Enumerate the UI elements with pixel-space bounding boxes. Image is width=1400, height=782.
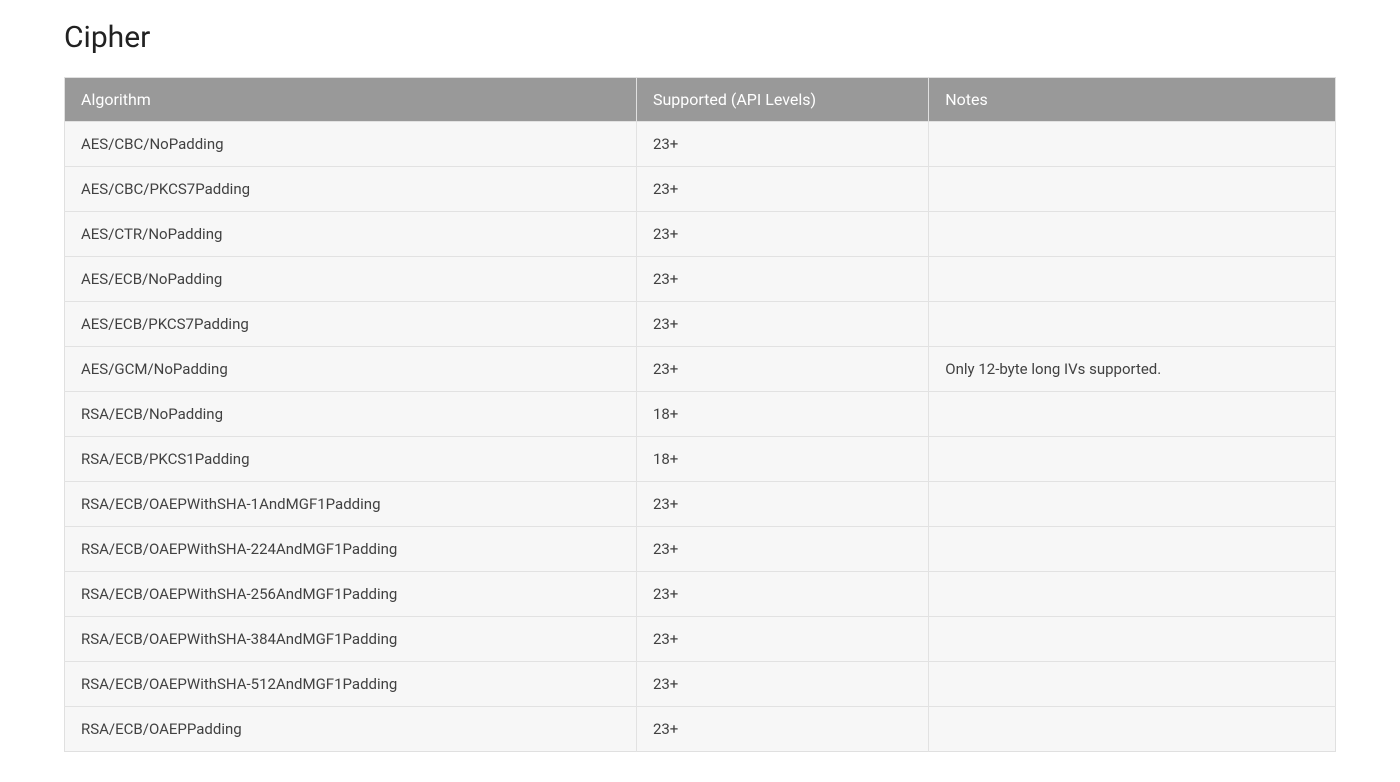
cell-supported: 23+ <box>636 707 928 752</box>
cell-notes <box>929 527 1336 572</box>
cell-supported: 23+ <box>636 167 928 212</box>
cell-notes <box>929 572 1336 617</box>
table-row: AES/ECB/NoPadding23+ <box>65 257 1336 302</box>
cell-algorithm: RSA/ECB/NoPadding <box>65 392 637 437</box>
cell-algorithm: AES/ECB/PKCS7Padding <box>65 302 637 347</box>
cell-supported: 23+ <box>636 617 928 662</box>
cell-notes <box>929 302 1336 347</box>
table-row: AES/ECB/PKCS7Padding23+ <box>65 302 1336 347</box>
cell-algorithm: RSA/ECB/PKCS1Padding <box>65 437 637 482</box>
cell-notes <box>929 257 1336 302</box>
cell-algorithm: AES/CTR/NoPadding <box>65 212 637 257</box>
column-header-notes: Notes <box>929 78 1336 122</box>
cell-algorithm: RSA/ECB/OAEPPadding <box>65 707 637 752</box>
cell-notes <box>929 662 1336 707</box>
table-row: RSA/ECB/OAEPWithSHA-256AndMGF1Padding23+ <box>65 572 1336 617</box>
cell-supported: 18+ <box>636 392 928 437</box>
cell-algorithm: RSA/ECB/OAEPWithSHA-256AndMGF1Padding <box>65 572 637 617</box>
cell-notes <box>929 167 1336 212</box>
cell-algorithm: AES/CBC/NoPadding <box>65 122 637 167</box>
cell-algorithm: RSA/ECB/OAEPWithSHA-224AndMGF1Padding <box>65 527 637 572</box>
cell-supported: 23+ <box>636 527 928 572</box>
cell-notes: Only 12-byte long IVs supported. <box>929 347 1336 392</box>
cell-notes <box>929 437 1336 482</box>
cipher-table: Algorithm Supported (API Levels) Notes A… <box>64 77 1336 752</box>
table-row: RSA/ECB/OAEPPadding23+ <box>65 707 1336 752</box>
cell-notes <box>929 392 1336 437</box>
cell-algorithm: AES/ECB/NoPadding <box>65 257 637 302</box>
cell-supported: 23+ <box>636 122 928 167</box>
table-row: RSA/ECB/PKCS1Padding18+ <box>65 437 1336 482</box>
cell-algorithm: AES/GCM/NoPadding <box>65 347 637 392</box>
cell-algorithm: RSA/ECB/OAEPWithSHA-1AndMGF1Padding <box>65 482 637 527</box>
table-row: AES/CBC/PKCS7Padding23+ <box>65 167 1336 212</box>
cell-notes <box>929 122 1336 167</box>
section-title: Cipher <box>64 20 1336 55</box>
table-row: RSA/ECB/OAEPWithSHA-224AndMGF1Padding23+ <box>65 527 1336 572</box>
cell-supported: 23+ <box>636 482 928 527</box>
cell-supported: 18+ <box>636 437 928 482</box>
column-header-algorithm: Algorithm <box>65 78 637 122</box>
cell-notes <box>929 707 1336 752</box>
table-row: RSA/ECB/OAEPWithSHA-384AndMGF1Padding23+ <box>65 617 1336 662</box>
table-row: RSA/ECB/OAEPWithSHA-1AndMGF1Padding23+ <box>65 482 1336 527</box>
cell-supported: 23+ <box>636 212 928 257</box>
table-row: AES/CTR/NoPadding23+ <box>65 212 1336 257</box>
column-header-supported: Supported (API Levels) <box>636 78 928 122</box>
cell-supported: 23+ <box>636 302 928 347</box>
cell-algorithm: RSA/ECB/OAEPWithSHA-384AndMGF1Padding <box>65 617 637 662</box>
cell-notes <box>929 617 1336 662</box>
cell-supported: 23+ <box>636 662 928 707</box>
cell-supported: 23+ <box>636 347 928 392</box>
cell-notes <box>929 482 1336 527</box>
table-row: AES/CBC/NoPadding23+ <box>65 122 1336 167</box>
table-row: AES/GCM/NoPadding23+Only 12-byte long IV… <box>65 347 1336 392</box>
table-row: RSA/ECB/NoPadding18+ <box>65 392 1336 437</box>
table-row: RSA/ECB/OAEPWithSHA-512AndMGF1Padding23+ <box>65 662 1336 707</box>
cell-supported: 23+ <box>636 572 928 617</box>
cell-algorithm: RSA/ECB/OAEPWithSHA-512AndMGF1Padding <box>65 662 637 707</box>
table-header-row: Algorithm Supported (API Levels) Notes <box>65 78 1336 122</box>
cell-notes <box>929 212 1336 257</box>
cell-supported: 23+ <box>636 257 928 302</box>
cell-algorithm: AES/CBC/PKCS7Padding <box>65 167 637 212</box>
